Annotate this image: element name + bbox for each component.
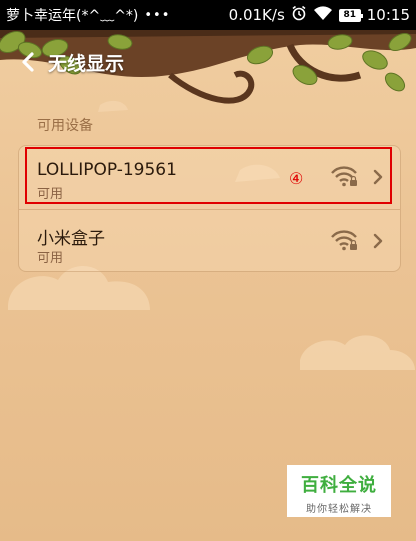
- notification-dots: •••: [144, 7, 171, 23]
- watermark-subtitle: 助你轻松解决: [306, 504, 372, 515]
- status-bar: 萝卜幸运年(*^﹏^*) ••• 0.01K/s 81 10:15: [0, 0, 416, 30]
- battery-level: 81: [343, 10, 357, 20]
- title-bar: 无线显示: [0, 42, 260, 82]
- chevron-right-icon: [373, 233, 383, 249]
- carrier-name: 萝卜幸运年(*^﹏^*): [6, 8, 139, 24]
- alarm-icon: [291, 5, 307, 25]
- highlight-box: [25, 147, 392, 204]
- wifi-lock-icon: [331, 230, 357, 251]
- device-name: 小米盒子: [37, 229, 105, 249]
- device-item-xiaomi-box[interactable]: 小米盒子 可用: [19, 212, 400, 272]
- back-button[interactable]: [8, 42, 48, 82]
- section-label-available-devices: 可用设备: [37, 118, 93, 134]
- page-title: 无线显示: [48, 52, 125, 75]
- watermark-logo: 百科全说 助你轻松解决: [287, 465, 391, 517]
- divider: [19, 209, 400, 210]
- battery-icon: 81: [338, 8, 363, 22]
- status-left: 萝卜幸运年(*^﹏^*) •••: [6, 5, 229, 25]
- chevron-left-icon: [22, 52, 34, 72]
- device-status: 可用: [37, 251, 64, 266]
- step-marker: ④: [289, 169, 304, 188]
- wifi-icon: [313, 5, 333, 25]
- status-right: 0.01K/s 81 10:15: [229, 5, 410, 25]
- network-speed: 0.01K/s: [228, 6, 285, 24]
- clock: 10:15: [366, 6, 410, 24]
- watermark-title: 百科全说: [301, 475, 377, 496]
